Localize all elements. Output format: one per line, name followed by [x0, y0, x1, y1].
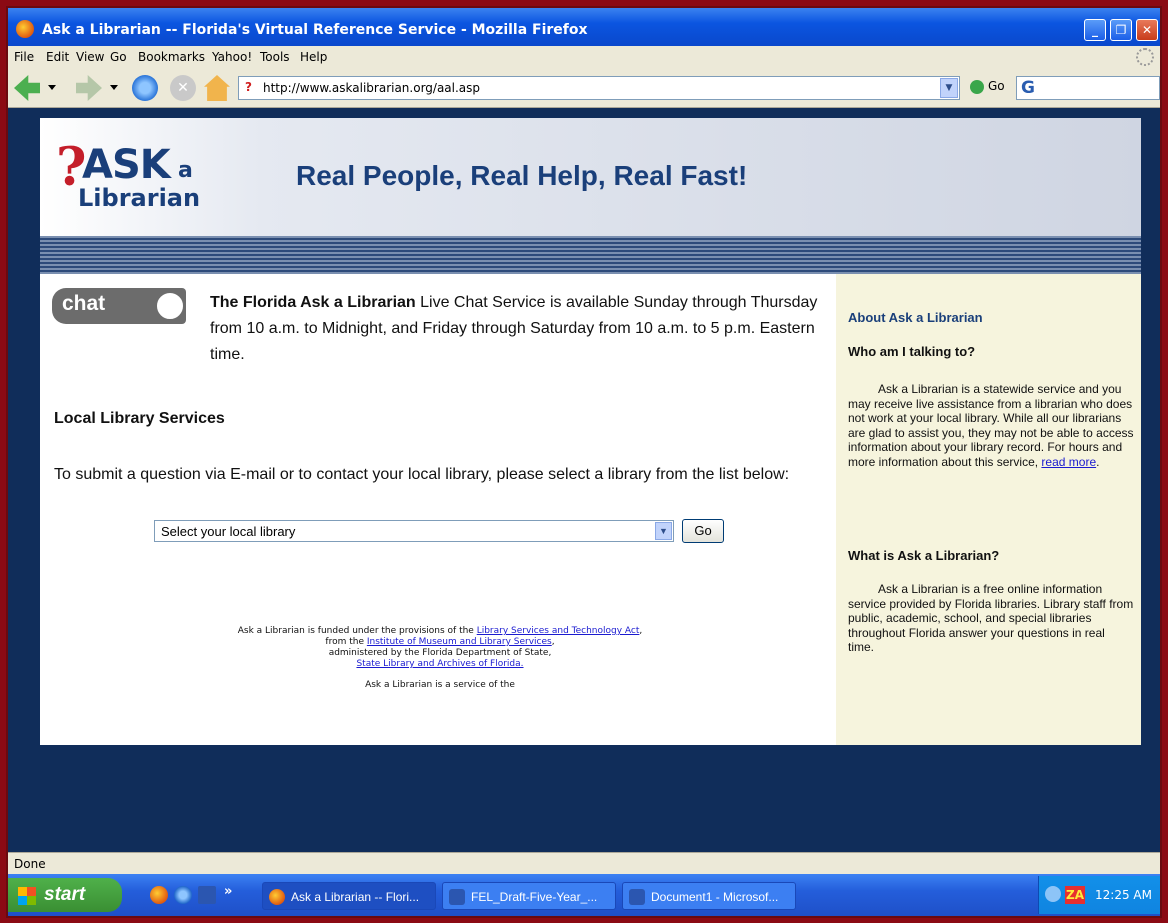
back-dropdown-icon[interactable]: [48, 85, 56, 90]
imls-link[interactable]: Institute of Museum and Library Services: [367, 637, 552, 647]
go-button[interactable]: Go: [970, 79, 1005, 94]
window-frame: Ask a Librarian -- Florida's Virtual Ref…: [6, 6, 1162, 918]
status-bar: Done: [8, 852, 1160, 874]
page-tagline: Real People, Real Help, Real Fast!: [296, 160, 748, 191]
throbber-icon: [1136, 48, 1154, 66]
firefox-icon: [269, 889, 285, 905]
google-icon: G: [1021, 78, 1035, 98]
maximize-button[interactable]: ❐: [1110, 19, 1132, 41]
sidebar: About Ask a Librarian Who am I talking t…: [836, 274, 1141, 745]
service-of-text: Ask a Librarian is a service of the: [365, 680, 515, 690]
task-word-draft[interactable]: FEL_Draft-Five-Year_...: [442, 882, 616, 910]
task-word-document1[interactable]: Document1 - Microsof...: [622, 882, 796, 910]
menu-bar: File Edit View Go Bookmarks Yahoo! Tools…: [8, 46, 1160, 68]
chat-service-text: The Florida Ask a Librarian Live Chat Se…: [210, 290, 820, 368]
main-column: chat The Florida Ask a Librarian Live Ch…: [40, 274, 836, 745]
local-library-instructions: To submit a question via E-mail or to co…: [54, 466, 790, 483]
word-quicklaunch-icon[interactable]: [198, 886, 216, 904]
minimize-button[interactable]: _: [1084, 19, 1106, 41]
sidebar-question-who: Who am I talking to?: [848, 344, 976, 359]
word-doc-icon: [629, 889, 645, 905]
menu-bookmarks[interactable]: Bookmarks: [138, 50, 205, 64]
menu-view[interactable]: View: [76, 50, 104, 64]
tray-clock[interactable]: 12:25 AM: [1095, 888, 1152, 902]
page-banner: ? ASK a Librarian Real People, Real Help…: [40, 118, 1141, 236]
home-icon[interactable]: [204, 75, 230, 101]
start-button[interactable]: start: [8, 878, 122, 912]
navigation-toolbar: ✕ ? http://www.askalibrarian.org/aal.asp…: [8, 68, 1160, 108]
menu-file[interactable]: File: [14, 50, 34, 64]
firefox-quicklaunch-icon[interactable]: [150, 886, 168, 904]
menu-edit[interactable]: Edit: [46, 50, 69, 64]
menu-go[interactable]: Go: [110, 50, 127, 64]
window-title: Ask a Librarian -- Florida's Virtual Ref…: [42, 22, 588, 38]
state-library-link[interactable]: State Library and Archives of Florida.: [356, 659, 523, 669]
back-arrow-icon[interactable]: [14, 75, 40, 101]
ask-a-librarian-logo[interactable]: ? ASK a Librarian: [56, 138, 216, 218]
banner-stripes: [40, 236, 1141, 274]
url-dropdown-icon[interactable]: ▼: [940, 78, 958, 98]
sidebar-question-what: What is Ask a Librarian?: [848, 548, 1000, 563]
task-firefox[interactable]: Ask a Librarian -- Flori...: [262, 882, 436, 910]
search-box[interactable]: G: [1016, 76, 1160, 100]
site-favicon-icon: ?: [245, 80, 252, 94]
zonealarm-icon[interactable]: ZA: [1065, 886, 1085, 904]
ie-quicklaunch-icon[interactable]: [174, 886, 192, 904]
forward-arrow-icon[interactable]: [76, 75, 102, 101]
system-tray: ZA 12:25 AM: [1038, 876, 1160, 914]
chevron-down-icon[interactable]: ▼: [655, 522, 672, 540]
chat-button[interactable]: chat: [52, 288, 186, 324]
go-arrow-icon: [970, 79, 984, 94]
forward-dropdown-icon[interactable]: [110, 85, 118, 90]
windows-flag-icon: [18, 887, 36, 905]
tray-expand-icon[interactable]: [1045, 886, 1061, 902]
menu-tools[interactable]: Tools: [260, 50, 290, 64]
menu-help[interactable]: Help: [300, 50, 327, 64]
word-doc-icon: [449, 889, 465, 905]
reload-icon[interactable]: [132, 75, 158, 101]
page-container: ? ASK a Librarian Real People, Real Help…: [40, 118, 1141, 745]
sidebar-heading: About Ask a Librarian: [848, 310, 983, 325]
start-label: start: [44, 884, 86, 905]
read-more-link[interactable]: read more: [1041, 455, 1096, 469]
firefox-icon: [16, 20, 34, 38]
page-footer: Ask a Librarian is funded under the prov…: [170, 626, 710, 691]
menu-yahoo[interactable]: Yahoo!: [212, 50, 252, 64]
close-button[interactable]: ✕: [1136, 19, 1158, 41]
sidebar-paragraph-who: Ask a Librarian is a statewide service a…: [848, 382, 1134, 469]
address-bar[interactable]: ? http://www.askalibrarian.org/aal.asp ▼: [238, 76, 960, 100]
library-go-button[interactable]: Go: [682, 519, 724, 543]
quicklaunch-overflow[interactable]: »: [224, 884, 232, 899]
taskbar: start » Ask a Librarian -- Flori... FEL_…: [8, 874, 1160, 916]
sidebar-paragraph-what: Ask a Librarian is a free online informa…: [848, 582, 1134, 654]
go-label: Go: [988, 79, 1005, 93]
local-library-heading: Local Library Services: [54, 410, 225, 427]
chat-label: chat: [62, 292, 106, 315]
stop-icon[interactable]: ✕: [170, 75, 196, 101]
url-text[interactable]: http://www.askalibrarian.org/aal.asp: [263, 81, 480, 95]
status-text: Done: [14, 857, 46, 871]
chat-bold-text: The Florida Ask a Librarian: [210, 294, 416, 311]
title-bar[interactable]: Ask a Librarian -- Florida's Virtual Ref…: [8, 8, 1160, 46]
library-select[interactable]: Select your local library ▼: [154, 520, 674, 542]
library-select-value: Select your local library: [161, 524, 296, 539]
clock-icon: [154, 290, 186, 322]
browser-viewport: ? ASK a Librarian Real People, Real Help…: [8, 108, 1160, 852]
lsta-link[interactable]: Library Services and Technology Act: [477, 626, 640, 636]
